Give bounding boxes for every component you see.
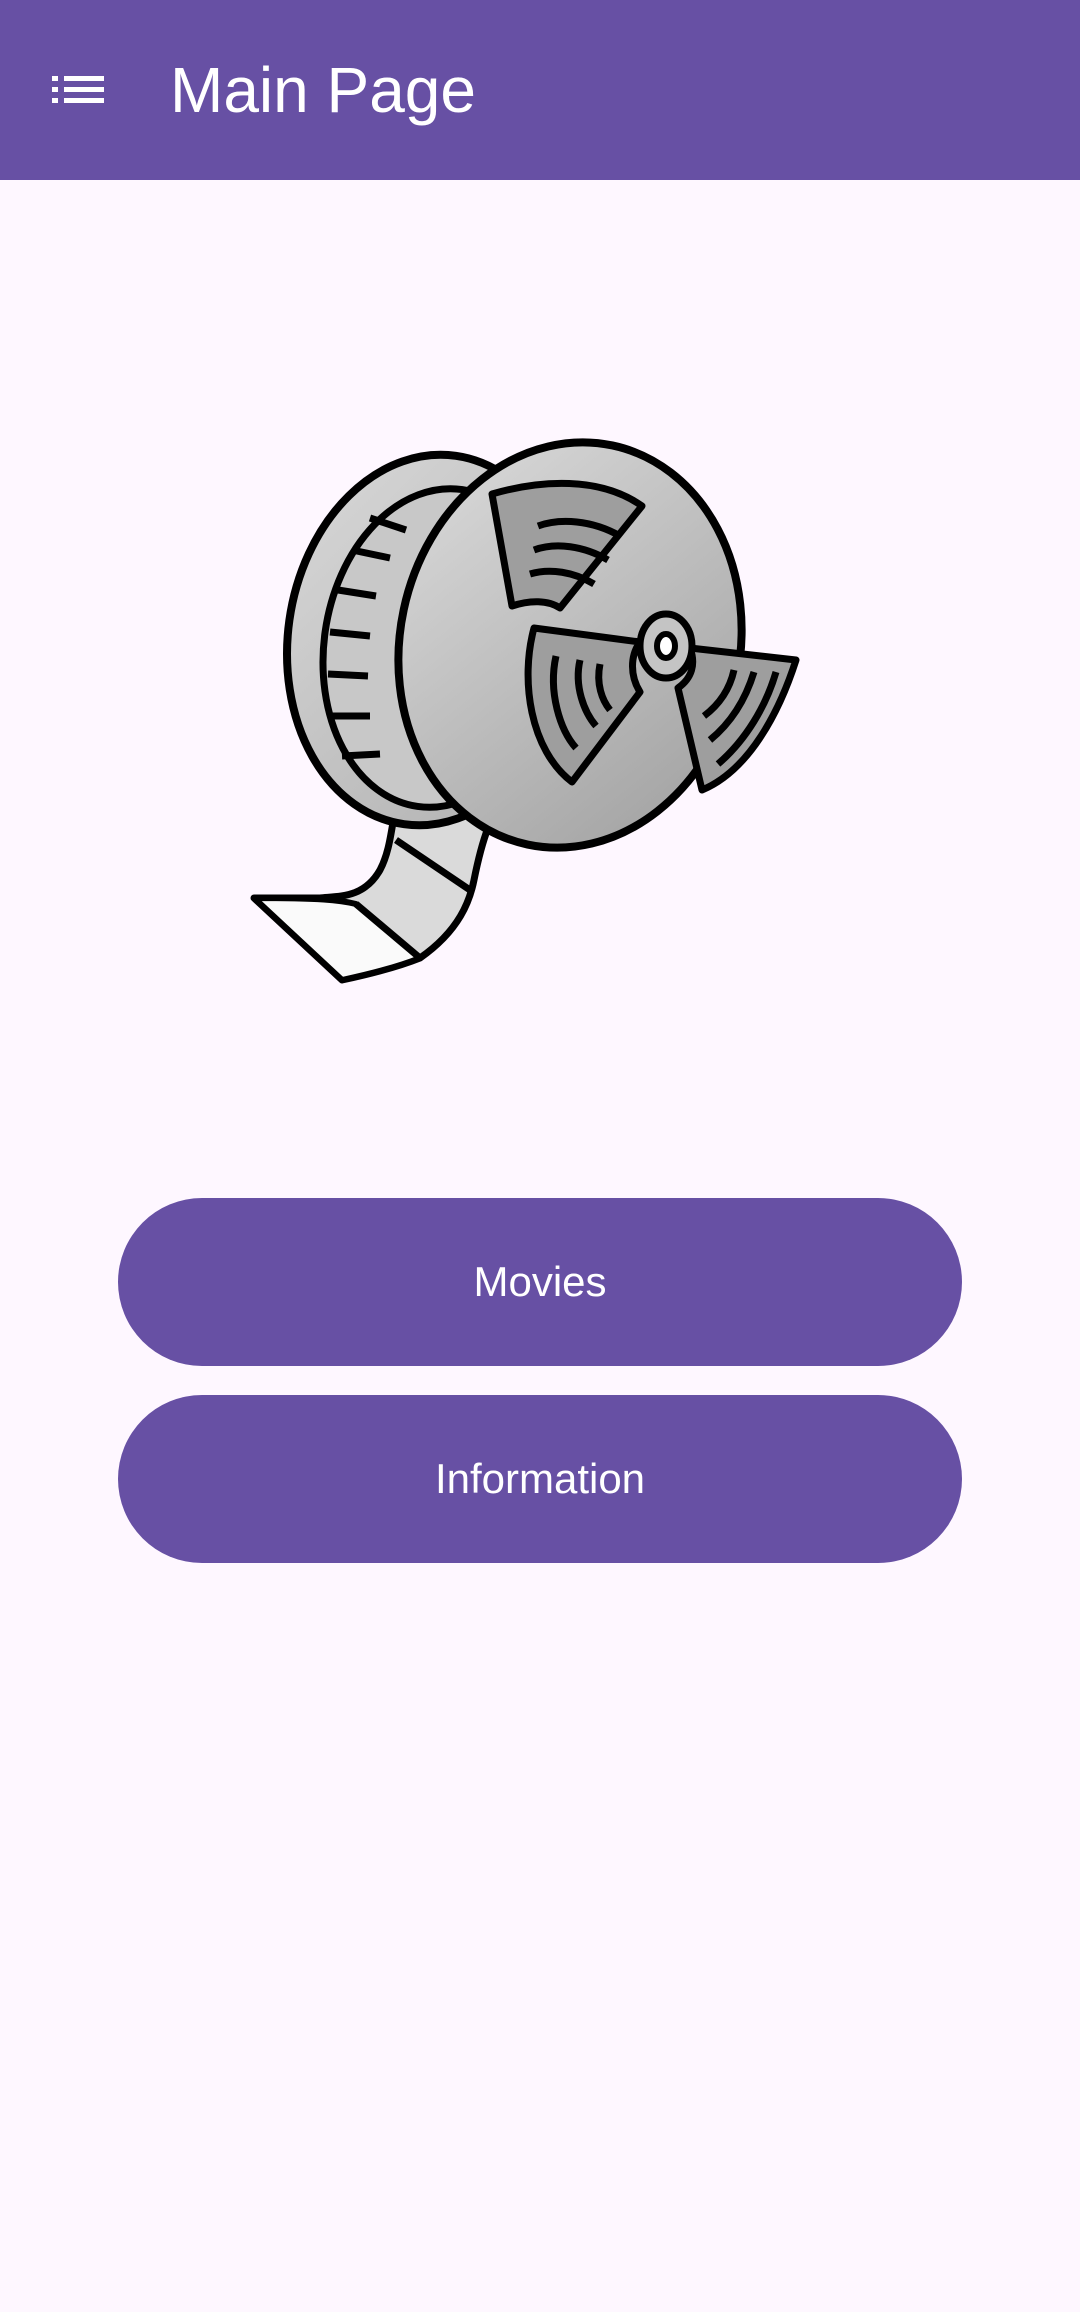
- film-reel-illustration: [230, 410, 850, 1010]
- menu-button[interactable]: [30, 46, 126, 134]
- list-icon: [50, 70, 106, 110]
- film-reel-icon: [230, 438, 850, 1014]
- information-button[interactable]: Information: [118, 1395, 962, 1563]
- movies-button[interactable]: Movies: [118, 1198, 962, 1366]
- page-title: Main Page: [170, 54, 476, 126]
- top-app-bar: Main Page: [0, 0, 1080, 180]
